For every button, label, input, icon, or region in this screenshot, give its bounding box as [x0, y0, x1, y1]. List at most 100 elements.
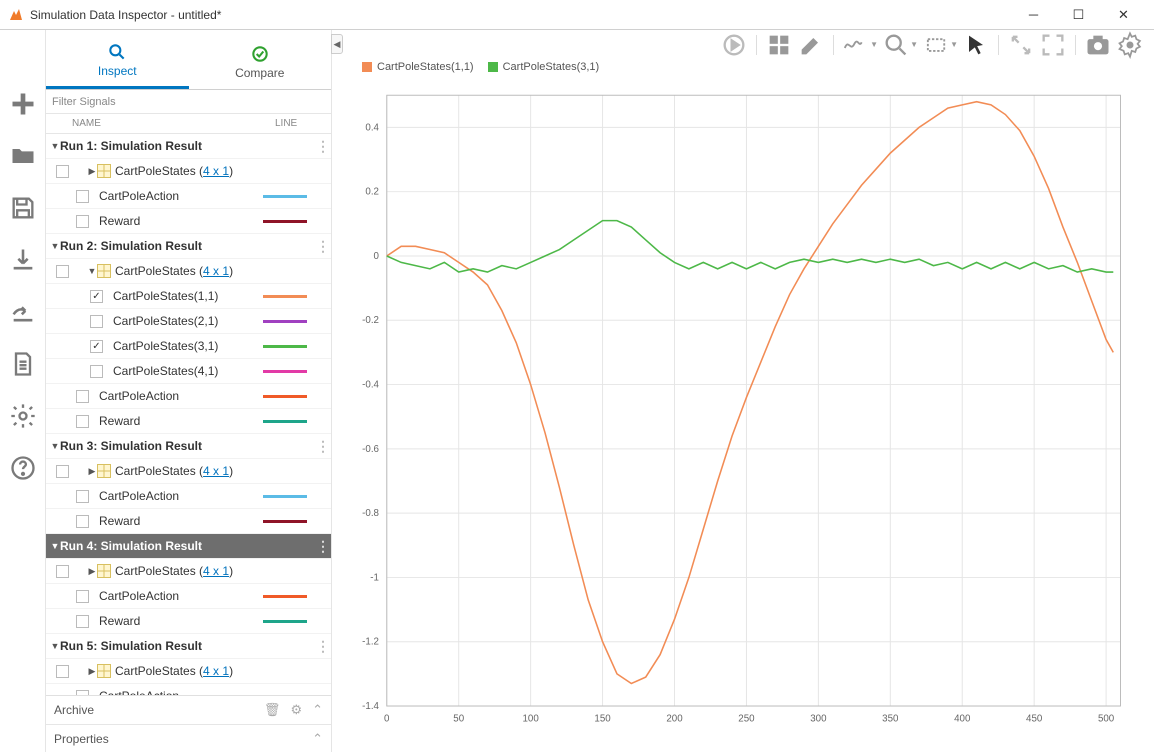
fullscreen-icon[interactable]	[1039, 33, 1067, 57]
caret-right-icon[interactable]: ▶	[87, 466, 97, 477]
export-icon[interactable]	[9, 298, 37, 326]
more-icon[interactable]: ⋮	[315, 143, 331, 149]
collapse-sidepanel-icon[interactable]: ◀	[331, 34, 343, 54]
signal-checkbox[interactable]	[76, 615, 89, 628]
stream-icon[interactable]	[720, 33, 748, 57]
signal-checkbox[interactable]	[76, 690, 89, 696]
archive-collapse-icon[interactable]: ⌃	[312, 702, 323, 718]
signal-dims-link[interactable]: 4 x 1	[203, 264, 229, 278]
signal-dims-link[interactable]: 4 x 1	[203, 464, 229, 478]
svg-text:200: 200	[666, 714, 683, 725]
run-header[interactable]: ▼ Run 1: Simulation Result ⋮	[46, 134, 331, 159]
signal-checkbox[interactable]	[76, 590, 89, 603]
signal-group[interactable]: ▶ CartPoleStates (4 x 1) ⋮	[46, 659, 331, 684]
signal-checkbox[interactable]	[90, 365, 103, 378]
expand-icon[interactable]	[1007, 33, 1035, 57]
minimize-button[interactable]: ─	[1011, 0, 1056, 29]
signal-dims-link[interactable]: 4 x 1	[203, 164, 229, 178]
signal-checkbox[interactable]: ✓	[90, 290, 103, 303]
caret-down-icon[interactable]: ▼	[50, 641, 60, 651]
caret-down-icon[interactable]: ▼	[50, 241, 60, 251]
signal-checkbox[interactable]	[56, 465, 69, 478]
signal-row[interactable]: ✓ CartPoleStates(1,1) ⋮	[46, 284, 331, 309]
signal-checkbox[interactable]	[76, 490, 89, 503]
trash-icon[interactable]: 🗑	[264, 702, 281, 718]
tab-inspect[interactable]: Inspect	[46, 30, 189, 89]
archive-settings-icon[interactable]: ⚙	[290, 702, 302, 718]
add-icon[interactable]	[9, 90, 37, 118]
signal-checkbox[interactable]	[56, 565, 69, 578]
more-icon[interactable]: ⋮	[315, 543, 331, 549]
legend-item[interactable]: CartPoleStates(3,1)	[488, 61, 600, 73]
more-icon[interactable]: ⋮	[315, 643, 331, 649]
caret-right-icon[interactable]: ▶	[87, 666, 97, 677]
signal-row[interactable]: CartPoleStates(4,1) ⋮	[46, 359, 331, 384]
run-header[interactable]: ▼ Run 5: Simulation Result ⋮	[46, 634, 331, 659]
properties-panel-header[interactable]: Properties ⌃	[46, 724, 331, 752]
signal-checkbox[interactable]	[56, 165, 69, 178]
zoom-icon[interactable]: ▼	[882, 33, 918, 57]
tab-compare[interactable]: Compare	[189, 30, 332, 89]
archive-panel-header[interactable]: Archive 🗑 ⚙ ⌃	[46, 696, 331, 724]
signal-dims-link[interactable]: 4 x 1	[203, 664, 229, 678]
run-header[interactable]: ▼ Run 3: Simulation Result ⋮	[46, 434, 331, 459]
signal-checkbox[interactable]: ✓	[90, 340, 103, 353]
signal-group[interactable]: ▼ CartPoleStates (4 x 1) ⋮	[46, 259, 331, 284]
signal-group[interactable]: ▶ CartPoleStates (4 x 1) ⋮	[46, 459, 331, 484]
signal-row[interactable]: CartPoleAction ⋮	[46, 484, 331, 509]
signal-checkbox[interactable]	[76, 190, 89, 203]
legend-item[interactable]: CartPoleStates(1,1)	[362, 61, 474, 73]
fit-icon[interactable]: ▼	[922, 33, 958, 57]
legend-swatch	[362, 62, 372, 72]
maximize-button[interactable]: ☐	[1056, 0, 1101, 29]
svg-text:0.4: 0.4	[365, 123, 379, 134]
signal-checkbox[interactable]	[76, 515, 89, 528]
more-icon[interactable]: ⋮	[315, 243, 331, 249]
signal-row[interactable]: ✓ CartPoleStates(3,1) ⋮	[46, 334, 331, 359]
signal-checkbox[interactable]	[56, 665, 69, 678]
signal-row[interactable]: CartPoleAction ⋮	[46, 184, 331, 209]
caret-right-icon[interactable]: ▶	[87, 566, 97, 577]
run-header[interactable]: ▼ Run 4: Simulation Result ⋮	[46, 534, 331, 559]
signal-row[interactable]: CartPoleAction ⋮	[46, 684, 331, 695]
signal-checkbox[interactable]	[76, 415, 89, 428]
caret-right-icon[interactable]: ▶	[87, 166, 97, 177]
signal-row[interactable]: Reward ⋮	[46, 609, 331, 634]
help-icon[interactable]	[9, 454, 37, 482]
signal-row[interactable]: CartPoleAction ⋮	[46, 584, 331, 609]
signal-group[interactable]: ▶ CartPoleStates (4 x 1) ⋮	[46, 559, 331, 584]
clear-icon[interactable]	[797, 33, 825, 57]
folder-icon[interactable]	[9, 142, 37, 170]
more-icon[interactable]: ⋮	[315, 443, 331, 449]
caret-down-icon[interactable]: ▼	[50, 441, 60, 451]
signal-row[interactable]: CartPoleAction ⋮	[46, 384, 331, 409]
signal-checkbox[interactable]	[56, 265, 69, 278]
settings-icon[interactable]	[9, 402, 37, 430]
properties-collapse-icon[interactable]: ⌃	[312, 731, 323, 747]
close-button[interactable]: ✕	[1101, 0, 1146, 29]
signal-row[interactable]: Reward ⋮	[46, 509, 331, 534]
visualization-type-icon[interactable]: ▼	[842, 33, 878, 57]
signal-row[interactable]: Reward ⋮	[46, 209, 331, 234]
signal-group[interactable]: ▶ CartPoleStates (4 x 1) ⋮	[46, 159, 331, 184]
signal-dims-link[interactable]: 4 x 1	[203, 564, 229, 578]
line-chart[interactable]: 0501001502002503003504004505000.40.20-0.…	[338, 83, 1140, 738]
signal-checkbox[interactable]	[76, 390, 89, 403]
preferences-icon[interactable]	[1116, 33, 1144, 57]
pointer-icon[interactable]	[962, 33, 990, 57]
signal-row[interactable]: Reward ⋮	[46, 409, 331, 434]
snapshot-icon[interactable]	[1084, 33, 1112, 57]
filter-signals-input[interactable]: Filter Signals	[46, 90, 331, 114]
caret-down-icon[interactable]: ▼	[87, 266, 97, 276]
import-icon[interactable]	[9, 246, 37, 274]
layout-grid-icon[interactable]	[765, 33, 793, 57]
report-icon[interactable]	[9, 350, 37, 378]
save-icon[interactable]	[9, 194, 37, 222]
run-header[interactable]: ▼ Run 2: Simulation Result ⋮	[46, 234, 331, 259]
signal-row[interactable]: CartPoleStates(2,1) ⋮	[46, 309, 331, 334]
caret-down-icon[interactable]: ▼	[50, 541, 60, 551]
caret-down-icon[interactable]: ▼	[50, 141, 60, 151]
signal-tree[interactable]: ▼ Run 1: Simulation Result ⋮ ▶ CartPoleS…	[46, 134, 331, 695]
signal-checkbox[interactable]	[76, 215, 89, 228]
signal-checkbox[interactable]	[90, 315, 103, 328]
